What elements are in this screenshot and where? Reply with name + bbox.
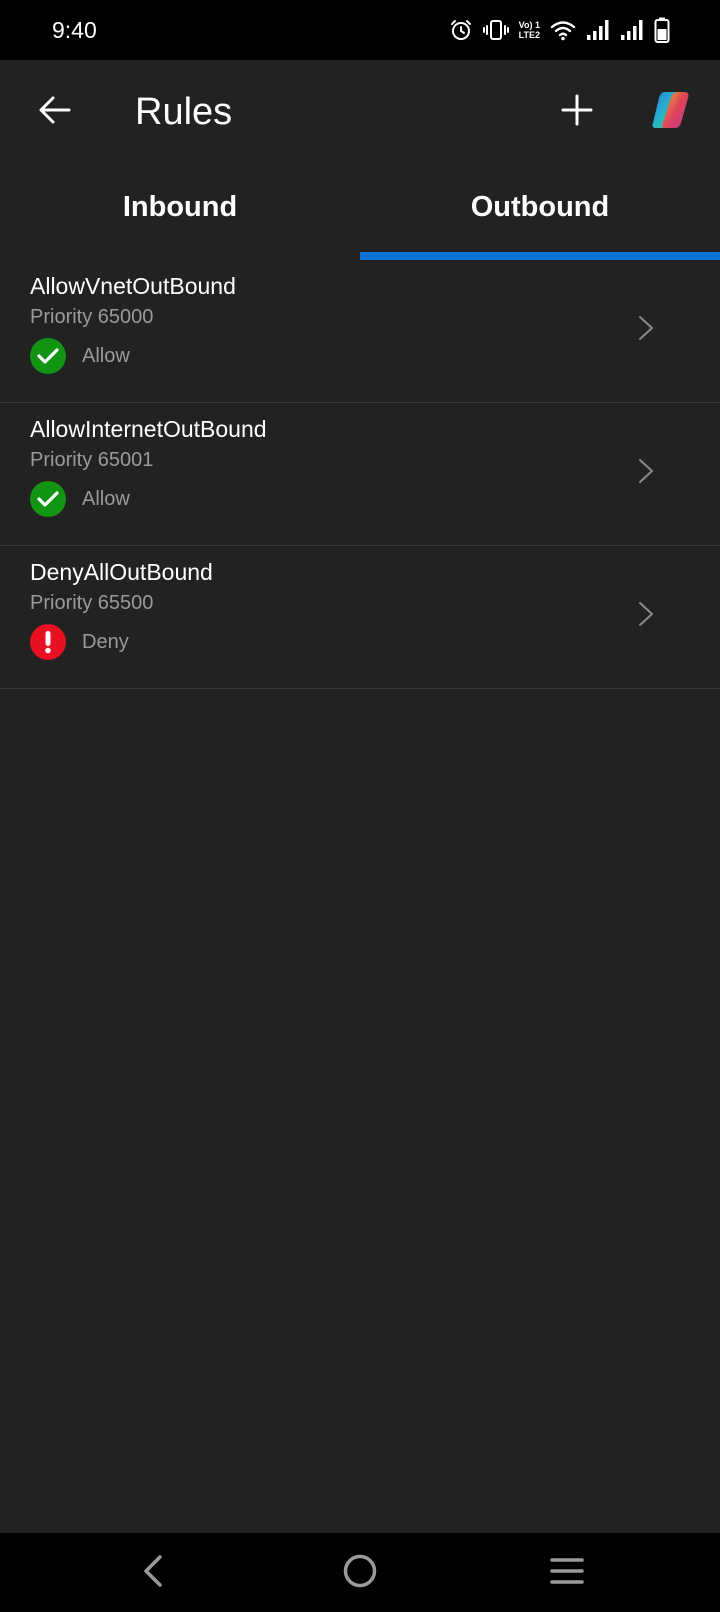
rules-list: AllowVnetOutBound Priority 65000 Allow A… (0, 260, 720, 689)
system-back-button[interactable] (125, 1545, 181, 1601)
vibrate-icon (482, 18, 509, 42)
rule-action: Allow (30, 338, 130, 374)
rule-name: DenyAllOutBound (30, 559, 213, 585)
rule-action: Deny (30, 624, 129, 660)
nav-back-icon (140, 1554, 166, 1593)
alarm-icon (449, 18, 473, 42)
network-type-label: Vo) 1 LTE2 (519, 20, 540, 40)
selected-tab-indicator (360, 252, 720, 260)
checkmark-circle-icon (30, 338, 66, 374)
arrow-left-icon (37, 95, 71, 130)
tab-outbound[interactable]: Outbound (360, 164, 720, 260)
system-home-button[interactable] (332, 1545, 388, 1601)
back-button[interactable] (28, 86, 80, 138)
rule-action-label: Deny (82, 631, 129, 653)
app-header: Rules (0, 60, 720, 164)
list-item[interactable]: AllowVnetOutBound Priority 65000 Allow (0, 260, 720, 403)
add-rule-button[interactable] (551, 86, 603, 138)
tab-inbound[interactable]: Inbound (0, 164, 360, 260)
rule-name: AllowVnetOutBound (30, 273, 236, 299)
signal-strength-icon (586, 18, 610, 42)
page-title: Rules (135, 91, 233, 133)
tab-inbound-label: Inbound (122, 190, 238, 223)
rule-priority: Priority 65500 (30, 592, 154, 614)
status-icons: Vo) 1 LTE2 (449, 14, 670, 46)
copilot-icon (650, 90, 692, 135)
signal-strength-icon (620, 18, 644, 42)
rule-name: AllowInternetOutBound (30, 416, 267, 442)
rule-action: Allow (30, 481, 130, 517)
rule-action-label: Allow (82, 488, 130, 510)
copilot-button[interactable] (645, 86, 697, 138)
exclamation-circle-icon (30, 624, 66, 660)
app-screen: Rules Inbound Outbound AllowVnetOutBound… (0, 60, 720, 1533)
wifi-icon (550, 18, 576, 42)
rule-priority: Priority 65001 (30, 449, 154, 471)
system-recents-button[interactable] (539, 1545, 595, 1601)
system-navigation-bar (0, 1533, 720, 1612)
network-type-bottom: LTE2 (518, 30, 540, 40)
checkmark-circle-icon (30, 481, 66, 517)
list-item[interactable]: DenyAllOutBound Priority 65500 Deny (0, 546, 720, 689)
list-item[interactable]: AllowInternetOutBound Priority 65001 All… (0, 403, 720, 546)
network-type-top: Vo) 1 (518, 20, 540, 30)
battery-icon (654, 17, 670, 43)
rule-direction-tabs: Inbound Outbound (0, 164, 720, 260)
chevron-right-icon (634, 313, 658, 343)
nav-home-icon (342, 1553, 378, 1594)
rule-action-label: Allow (82, 345, 130, 367)
chevron-right-icon (634, 456, 658, 486)
status-time: 9:40 (52, 17, 97, 43)
tab-outbound-label: Outbound (470, 190, 610, 223)
status-bar: 9:40 Vo) 1 LTE2 (0, 0, 720, 60)
chevron-right-icon (634, 599, 658, 629)
plus-icon (561, 94, 593, 131)
nav-menu-icon (550, 1557, 584, 1590)
rule-priority: Priority 65000 (30, 306, 154, 328)
